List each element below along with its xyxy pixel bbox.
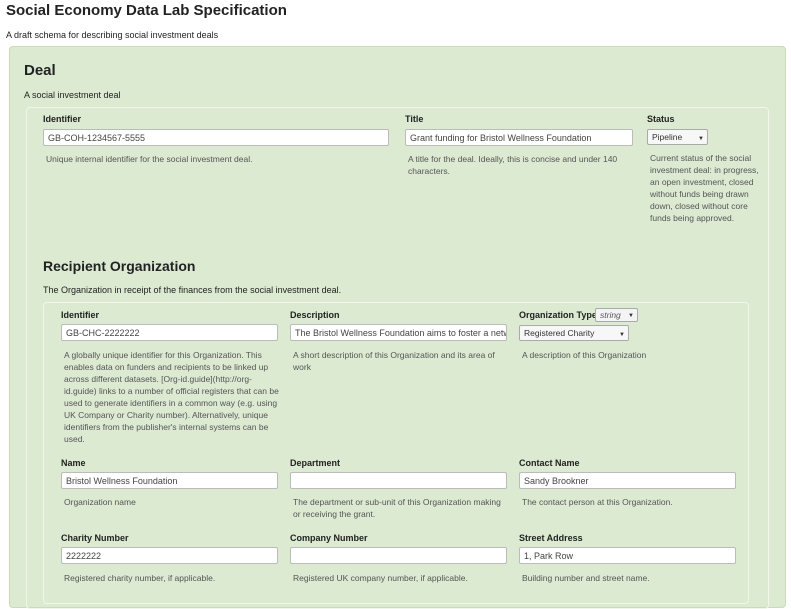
org-type-value: Registered Charity: [524, 328, 595, 338]
recipient-identifier-input[interactable]: GB-CHC-2222222: [61, 324, 278, 341]
company-number-label: Company Number: [290, 533, 368, 543]
street-address-input[interactable]: 1, Park Row: [519, 547, 736, 564]
street-address-label: Street Address: [519, 533, 583, 543]
recipient-section-title: Recipient Organization: [43, 258, 196, 274]
recipient-name-help: Organization name: [64, 497, 136, 507]
street-address-help: Building number and street name.: [522, 573, 650, 583]
deal-title-input[interactable]: Grant funding for Bristol Wellness Found…: [405, 129, 633, 146]
charity-number-help: Registered charity number, if applicable…: [64, 573, 216, 583]
caret-down-icon: ▼: [619, 332, 625, 338]
deal-title-help: A title for the deal. Ideally, this is c…: [408, 154, 618, 176]
deal-section-description: A social investment deal: [24, 90, 121, 100]
deal-identifier-label: Identifier: [43, 114, 82, 124]
recipient-name-input[interactable]: Bristol Wellness Foundation: [61, 472, 278, 489]
deal-status-select[interactable]: Pipeline ▼: [647, 129, 708, 145]
recipient-description-help: A short description of this Organization…: [293, 350, 495, 372]
recipient-identifier-help: A globally unique identifier for this Or…: [64, 350, 279, 444]
org-type-label: Organization Type: [519, 310, 597, 320]
page-subtitle: A draft schema for describing social inv…: [6, 30, 219, 40]
page-title: Social Economy Data Lab Specification: [6, 2, 287, 19]
recipient-name-label: Name: [61, 458, 86, 468]
deal-status-value: Pipeline: [652, 132, 683, 142]
deal-status-help: Current status of the social investment …: [650, 153, 759, 223]
caret-down-icon: ▼: [628, 313, 634, 319]
company-number-help: Registered UK company number, if applica…: [293, 573, 468, 583]
contact-name-help: The contact person at this Organization.: [522, 497, 673, 507]
contact-name-label: Contact Name: [519, 458, 580, 468]
org-type-help: A description of this Organization: [522, 350, 647, 360]
deal-identifier-help: Unique internal identifier for the socia…: [46, 154, 253, 164]
deal-status-label: Status: [647, 114, 675, 124]
recipient-description-label: Description: [290, 310, 340, 320]
company-number-input[interactable]: [290, 547, 507, 564]
department-help: The department or sub-unit of this Organ…: [293, 497, 501, 519]
charity-number-label: Charity Number: [61, 533, 129, 543]
caret-down-icon: ▼: [698, 136, 704, 142]
recipient-description-input[interactable]: The Bristol Wellness Foundation aims to …: [290, 324, 507, 341]
deal-section-title: Deal: [24, 62, 56, 79]
org-type-schema-value: string: [600, 310, 621, 320]
recipient-section-description: The Organization in receipt of the finan…: [43, 285, 342, 295]
department-label: Department: [290, 458, 341, 468]
org-type-select[interactable]: Registered Charity ▼: [519, 325, 629, 341]
recipient-identifier-label: Identifier: [61, 310, 100, 320]
deal-identifier-input[interactable]: GB-COH-1234567-5555: [43, 129, 389, 146]
charity-number-input[interactable]: 2222222: [61, 547, 278, 564]
deal-title-label: Title: [405, 114, 424, 124]
org-type-schema-select[interactable]: string ▼: [595, 308, 638, 322]
contact-name-input[interactable]: Sandy Brookner: [519, 472, 736, 489]
department-input[interactable]: [290, 472, 507, 489]
